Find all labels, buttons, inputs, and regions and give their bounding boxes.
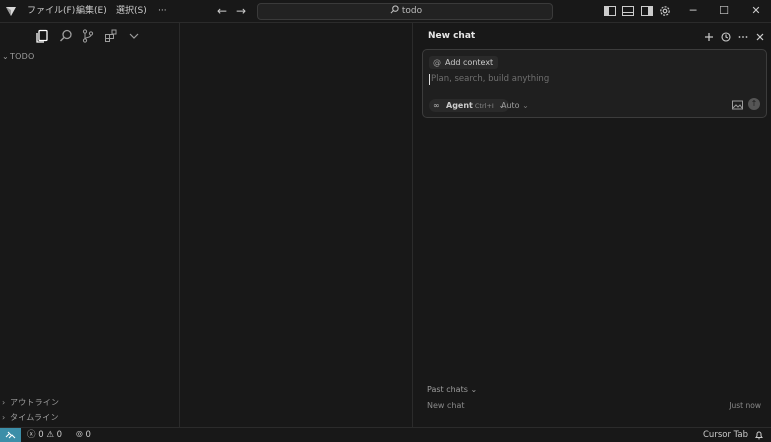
at-sign-icon: @: [433, 58, 441, 67]
image-attach-icon[interactable]: [732, 100, 743, 110]
search-icon[interactable]: [58, 28, 74, 44]
ports-icon: ⦾: [76, 430, 83, 440]
todo-section-label: TODO: [10, 52, 35, 61]
chat-composer[interactable]: @ Add context Plan, search, build anythi…: [422, 49, 767, 118]
timeline-section-label: タイムライン: [10, 413, 59, 422]
chevron-down-icon: ⌄: [470, 385, 478, 394]
search-icon: [390, 5, 399, 14]
history-icon[interactable]: [720, 31, 732, 43]
toggle-secondary-sidebar-icon[interactable]: [640, 4, 654, 18]
chevron-down-icon: ⌄: [522, 101, 529, 110]
infinity-icon: ∞: [433, 101, 440, 110]
close-window-button[interactable]: ✕: [741, 0, 771, 23]
warning-icon: ⚠: [46, 430, 54, 440]
agent-shortcut: Ctrl+I: [474, 102, 494, 110]
command-search-box[interactable]: todo: [257, 3, 553, 20]
todo-section-header[interactable]: ⌄TODO: [2, 52, 34, 61]
outline-section-label: アウトライン: [10, 398, 60, 407]
agent-mode-selector[interactable]: ∞ Agent Ctrl+I ⌄: [429, 99, 510, 112]
remote-icon: [5, 431, 16, 439]
primary-sidebar: ⌄TODO › アウトライン › タイムライン: [0, 23, 180, 427]
send-arrow-icon[interactable]: ↑: [748, 98, 760, 110]
problems-indicator[interactable]: ⓧ 0 ⚠ 0: [27, 428, 62, 442]
model-selector[interactable]: Auto ⌄: [501, 99, 529, 112]
toggle-panel-icon[interactable]: [621, 4, 635, 18]
ports-count: 0: [85, 430, 91, 440]
search-query: todo: [390, 4, 422, 19]
search-query-text: todo: [401, 6, 423, 16]
chat-title[interactable]: New chat: [428, 31, 475, 41]
error-count: 0: [38, 430, 44, 440]
error-icon: ⓧ: [27, 430, 36, 440]
maximize-button[interactable]: ☐: [709, 0, 739, 23]
chat-prompt-input[interactable]: Plan, search, build anything: [429, 74, 549, 85]
agent-label: Agent: [446, 101, 473, 110]
minimize-button[interactable]: ─: [678, 0, 708, 23]
chevron-right-icon: ›: [2, 398, 6, 407]
status-bar: ⓧ 0 ⚠ 0 ⦾ 0 Cursor Tab: [0, 427, 771, 442]
add-context-label: Add context: [445, 58, 494, 67]
more-menu-button[interactable]: ···: [158, 0, 167, 23]
menu-file[interactable]: ファイル(F): [27, 0, 75, 23]
chevron-down-icon: ⌄: [2, 52, 9, 61]
more-options-icon[interactable]: [737, 31, 749, 43]
settings-gear-icon[interactable]: [658, 4, 672, 18]
extensions-icon[interactable]: [103, 28, 119, 44]
cursor-tab-status[interactable]: Cursor Tab: [703, 428, 748, 442]
chevron-down-icon[interactable]: [126, 28, 142, 44]
menu-selection[interactable]: 選択(S): [116, 0, 147, 23]
toggle-primary-sidebar-icon[interactable]: [603, 4, 617, 18]
chat-panel: New chat @ Add context Plan, search, bui…: [414, 23, 771, 427]
add-context-button[interactable]: @ Add context: [429, 56, 499, 69]
forward-arrow-icon[interactable]: →: [234, 4, 248, 18]
past-chats-toggle[interactable]: Past chats ⌄: [427, 385, 477, 394]
close-panel-icon[interactable]: [754, 31, 766, 43]
new-chat-plus-icon[interactable]: [703, 31, 715, 43]
remote-indicator-button[interactable]: [0, 428, 21, 442]
chevron-right-icon: ›: [2, 413, 6, 422]
past-chat-item[interactable]: New chat: [427, 401, 465, 410]
notifications-bell-icon[interactable]: [754, 430, 764, 440]
timeline-section-header[interactable]: › タイムライン: [2, 412, 59, 423]
model-label: Auto: [501, 101, 520, 110]
past-chat-time: Just now: [729, 401, 761, 410]
menu-edit[interactable]: 編集(E): [76, 0, 107, 23]
warning-count: 0: [56, 430, 63, 440]
title-bar: ファイル(F) 編集(E) 選択(S) ··· ← → todo ─ ☐ ✕: [0, 0, 771, 23]
cursor-logo-icon: [6, 7, 16, 16]
past-chats-label: Past chats: [427, 385, 468, 394]
ports-indicator[interactable]: ⦾ 0: [76, 428, 91, 442]
outline-section-header[interactable]: › アウトライン: [2, 397, 59, 408]
explorer-icon[interactable]: [34, 28, 50, 44]
editor-area[interactable]: [181, 23, 413, 427]
source-control-icon[interactable]: [80, 28, 96, 44]
back-arrow-icon[interactable]: ←: [215, 4, 229, 18]
